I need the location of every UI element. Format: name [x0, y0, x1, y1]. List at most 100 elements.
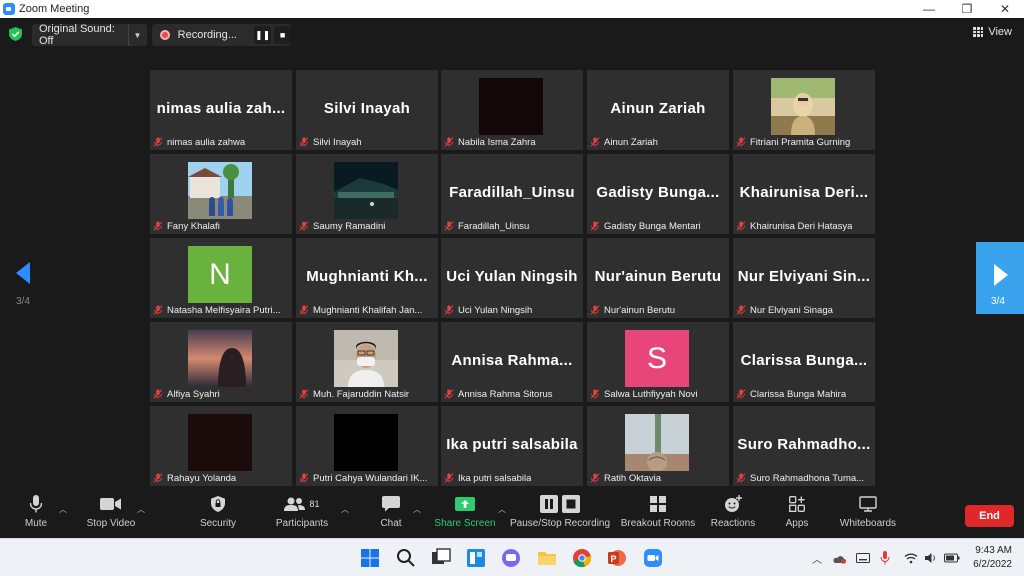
- close-button[interactable]: ✕: [986, 0, 1024, 18]
- grid-view-icon: [973, 27, 984, 37]
- video-options-chevron-icon[interactable]: ︿: [137, 504, 145, 515]
- wifi-icon[interactable]: [904, 552, 918, 564]
- participant-video: [625, 414, 689, 471]
- whiteboard-icon: [859, 492, 877, 516]
- participant-tile[interactable]: Mughnianti Kh... Mughnianti Khalifah Jan.…: [296, 238, 438, 318]
- stop-recording-button[interactable]: ■: [274, 26, 292, 44]
- keyboard-icon[interactable]: [856, 553, 870, 563]
- participant-name: Putri Cahya Wulandari IK...: [313, 472, 428, 484]
- participant-tile[interactable]: Ratih Oktavia: [587, 406, 729, 486]
- pause-recording-button[interactable]: ❚❚: [254, 26, 272, 44]
- previous-page-button[interactable]: 3/4: [8, 262, 38, 312]
- participant-tile[interactable]: Rahayu Yolanda: [150, 406, 292, 486]
- participant-tile[interactable]: Ika putri salsabila Ika putri salsabila: [441, 406, 583, 486]
- participant-tile[interactable]: N Natasha Melfisyaira Putri...: [150, 238, 292, 318]
- svg-text:P: P: [611, 554, 617, 564]
- stop-video-button[interactable]: Stop Video: [84, 492, 138, 536]
- chevron-down-icon[interactable]: ▼: [128, 24, 146, 46]
- microphone-tray-icon[interactable]: [880, 551, 890, 565]
- participant-tile[interactable]: Suro Rahmadho... Suro Rahmadhona Tuma...: [733, 406, 875, 486]
- participant-tile[interactable]: Alfiya Syahri: [150, 322, 292, 402]
- end-meeting-button[interactable]: End: [965, 505, 1014, 527]
- reactions-button[interactable]: Reactions: [710, 492, 756, 536]
- original-sound-toggle[interactable]: Original Sound: Off ▼: [32, 23, 147, 47]
- participant-tile[interactable]: Nabila Isma Zahra: [441, 70, 583, 150]
- widgets-icon[interactable]: [466, 548, 486, 568]
- participant-tile[interactable]: Faradillah_Uinsu Faradillah_Uinsu: [441, 154, 583, 234]
- participant-tile[interactable]: Muh. Fajaruddin Natsir: [296, 322, 438, 402]
- speaker-icon[interactable]: [924, 552, 938, 564]
- onedrive-icon[interactable]: [832, 552, 846, 564]
- share-screen-icon: [455, 492, 475, 516]
- participant-tile[interactable]: Fitriani Pramita Gurning: [733, 70, 875, 150]
- teams-chat-icon[interactable]: [501, 548, 521, 568]
- participant-tile[interactable]: Annisa Rahma... Annisa Rahma Sitorus: [441, 322, 583, 402]
- participant-video: [188, 414, 252, 471]
- participant-display-name: Mughnianti Kh...: [306, 268, 428, 285]
- share-screen-label: Share Screen: [434, 518, 496, 529]
- participant-name-label: Khairunisa Deri Hatasya: [736, 220, 852, 232]
- muted-mic-icon: [153, 473, 167, 483]
- recording-label: Recording...: [177, 29, 237, 41]
- pause-stop-recording-button[interactable]: Pause/Stop Recording: [510, 492, 610, 536]
- security-button[interactable]: Security: [198, 492, 238, 536]
- participant-name-label: Saumy Ramadini: [299, 220, 385, 232]
- share-screen-button[interactable]: Share Screen: [434, 492, 496, 536]
- participant-tile[interactable]: Uci Yulan Ningsih Uci Yulan Ningsih: [441, 238, 583, 318]
- participant-tile[interactable]: Nur Elviyani Sin... Nur Elviyani Sinaga: [733, 238, 875, 318]
- participant-video: [334, 330, 398, 387]
- participant-video: [771, 78, 835, 135]
- participant-tile[interactable]: Khairunisa Deri... Khairunisa Deri Hatasy…: [733, 154, 875, 234]
- system-clock[interactable]: 9:43 AM 6/2/2022: [973, 544, 1012, 572]
- participant-display-name: Ika putri salsabila: [446, 436, 578, 453]
- participant-tile[interactable]: Ainun Zariah Ainun Zariah: [587, 70, 729, 150]
- zoom-app-icon[interactable]: [643, 548, 663, 568]
- encryption-shield-icon[interactable]: [9, 27, 22, 41]
- view-label: View: [988, 26, 1012, 38]
- participants-options-chevron-icon[interactable]: ︿: [341, 504, 349, 515]
- file-explorer-icon[interactable]: [537, 548, 557, 568]
- meeting-topbar: Original Sound: Off ▼ Recording... ❚❚ ■ …: [0, 18, 1024, 50]
- chat-button[interactable]: Chat: [375, 492, 407, 536]
- next-page-button[interactable]: 3/4: [976, 242, 1024, 314]
- view-button[interactable]: View: [973, 26, 1012, 38]
- participant-tile[interactable]: Saumy Ramadini: [296, 154, 438, 234]
- participant-tile[interactable]: Clarissa Bunga... Clarissa Bunga Mahira: [733, 322, 875, 402]
- search-icon[interactable]: [396, 548, 416, 568]
- chat-options-chevron-icon[interactable]: ︿: [413, 504, 421, 515]
- task-view-icon[interactable]: [431, 548, 451, 568]
- participant-tile[interactable]: Silvi Inayah Silvi Inayah: [296, 70, 438, 150]
- participant-name: Rahayu Yolanda: [167, 472, 237, 484]
- participant-tile[interactable]: Nur'ainun Berutu Nur'ainun Berutu: [587, 238, 729, 318]
- participant-tile[interactable]: S Salwa Luthfiyyah Novi: [587, 322, 729, 402]
- zoom-meeting-window: Zoom Meeting — ❐ ✕ Original Sound: Off ▼…: [0, 0, 1024, 576]
- mute-options-chevron-icon[interactable]: ︿: [59, 504, 67, 515]
- maximize-button[interactable]: ❐: [948, 0, 986, 18]
- participant-name-label: Nabila Isma Zahra: [444, 136, 536, 148]
- participants-button[interactable]: 81 Participants: [274, 492, 330, 536]
- windows-start-icon[interactable]: [360, 548, 380, 568]
- arrow-left-icon: [16, 262, 30, 284]
- chrome-icon[interactable]: [572, 548, 592, 568]
- video-camera-icon: [100, 492, 122, 516]
- share-options-chevron-icon[interactable]: ︿: [498, 504, 506, 515]
- participant-name: Clarissa Bunga Mahira: [750, 388, 847, 400]
- breakout-rooms-button[interactable]: Breakout Rooms: [620, 492, 696, 536]
- recording-dot-icon: [160, 30, 170, 40]
- security-shield-icon: [211, 492, 225, 516]
- chevron-up-icon[interactable]: ︿: [812, 551, 822, 566]
- apps-button[interactable]: Apps: [782, 492, 812, 536]
- participant-name-label: Salwa Luthfiyyah Novi: [590, 388, 697, 400]
- zoom-logo-icon: [3, 3, 15, 15]
- battery-icon[interactable]: [944, 553, 960, 563]
- participant-tile[interactable]: Fany Khalafi: [150, 154, 292, 234]
- mute-button[interactable]: Mute: [18, 492, 54, 536]
- participant-tile[interactable]: nimas aulia zah... nimas aulia zahwa: [150, 70, 292, 150]
- whiteboards-label: Whiteboards: [839, 518, 897, 529]
- participant-tile[interactable]: Putri Cahya Wulandari IK...: [296, 406, 438, 486]
- participant-tile[interactable]: Gadisty Bunga... Gadisty Bunga Mentari: [587, 154, 729, 234]
- minimize-button[interactable]: —: [910, 0, 948, 18]
- whiteboards-button[interactable]: Whiteboards: [837, 492, 899, 536]
- page-indicator-right: 3/4: [991, 296, 1005, 307]
- powerpoint-icon[interactable]: P: [607, 548, 627, 568]
